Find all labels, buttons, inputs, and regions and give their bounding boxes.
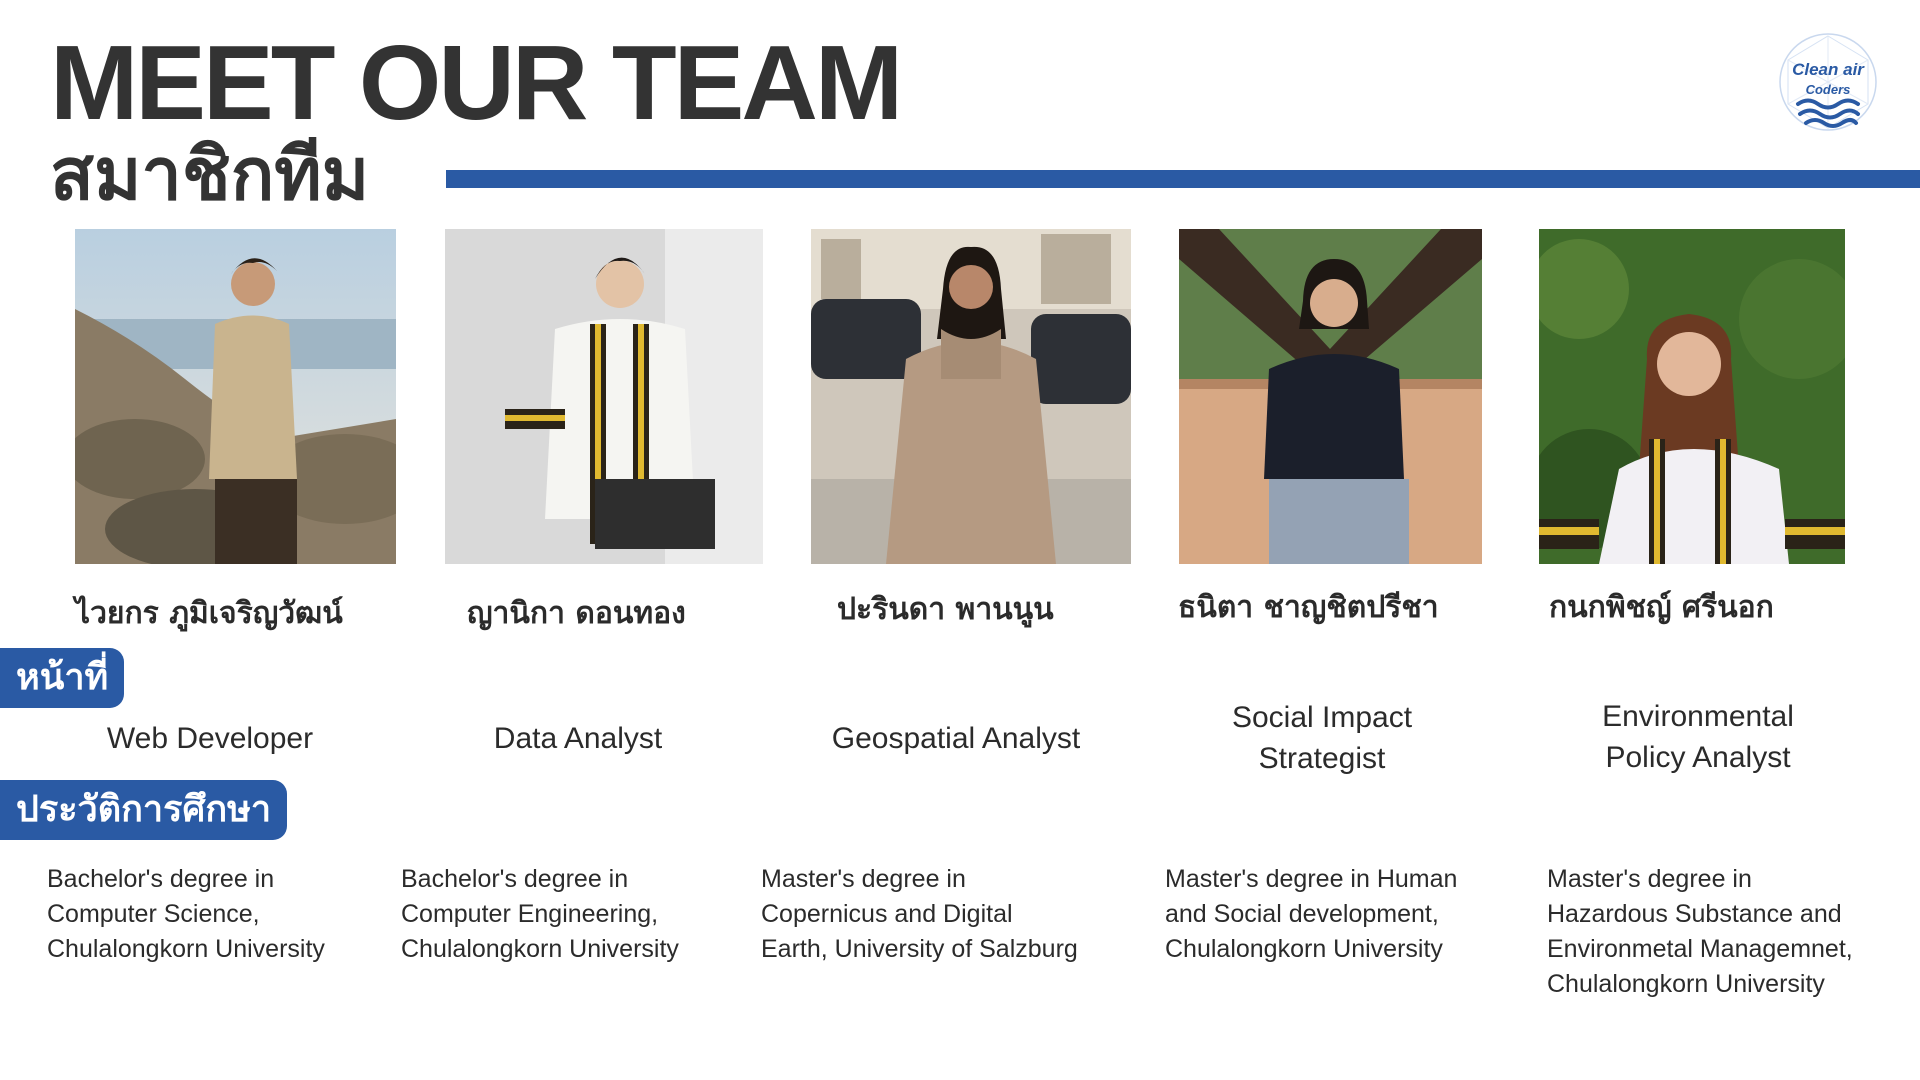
member-photo-1	[75, 229, 396, 564]
member-photo-4	[1179, 229, 1482, 564]
member-name-2: ญานิกา ดอนทอง	[467, 596, 686, 631]
role-line: Policy Analyst	[1605, 741, 1791, 774]
clean-air-coders-logo: Clean air Coders	[1776, 30, 1880, 134]
member-education-3: Master's degree in Copernicus and Digita…	[761, 862, 1078, 967]
role-line: Geospatial Analyst	[831, 722, 1081, 755]
member-role-2: Data Analyst	[428, 718, 728, 759]
education-line: Master's degree in Human	[1165, 865, 1458, 893]
education-line: Master's degree in	[1547, 865, 1752, 893]
education-line: Bachelor's degree in	[401, 865, 629, 893]
page-subtitle-thai: สมาชิกทีม	[50, 132, 370, 216]
education-line: Master's degree in	[761, 865, 966, 893]
education-line: Hazardous Substance and	[1547, 900, 1842, 928]
member-education-5: Master's degree in Hazardous Substance a…	[1547, 862, 1853, 1002]
member-role-4: Social Impact Strategist	[1172, 697, 1472, 779]
member-name-3: ปะรินดา พานนูน	[837, 592, 1054, 627]
member-role-3: Geospatial Analyst	[806, 718, 1106, 759]
education-line: Computer Engineering,	[401, 900, 659, 928]
role-line: Environmental	[1602, 700, 1794, 733]
education-line: Environmetal Managemnet,	[1547, 935, 1853, 963]
education-line: Chulalongkorn University	[1165, 935, 1443, 963]
title-divider	[446, 170, 1920, 188]
member-education-4: Master's degree in Human and Social deve…	[1165, 862, 1457, 967]
education-line: Earth, University of Salzburg	[761, 935, 1078, 963]
member-photo-3	[811, 229, 1131, 564]
member-education-1: Bachelor's degree in Computer Science, C…	[47, 862, 325, 967]
role-section-label: หน้าที่	[0, 648, 125, 708]
education-line: Chulalongkorn University	[47, 935, 325, 963]
member-name-5: กนกพิชญ์ ศรีนอก	[1549, 590, 1774, 625]
education-section-label: ประวัติการศึกษา	[0, 780, 288, 840]
logo-text-line2: Coders	[1805, 82, 1851, 97]
member-name-1: ไวยกร ภูมิเจริญวัฒน์	[75, 596, 343, 631]
member-photo-5	[1539, 229, 1845, 564]
member-name-4: ธนิตา ชาญชิตปรีชา	[1178, 590, 1439, 625]
logo-text-line1: Clean air	[1792, 60, 1864, 79]
education-line: Copernicus and Digital	[761, 900, 1013, 928]
member-photo-2	[445, 229, 763, 564]
role-line: Social Impact	[1231, 701, 1413, 734]
member-education-2: Bachelor's degree in Computer Engineerin…	[401, 862, 679, 967]
role-line: Strategist	[1258, 742, 1386, 775]
education-line: Chulalongkorn University	[1547, 970, 1825, 998]
page-title: MEET OUR TEAM	[50, 24, 903, 142]
member-role-1: Web Developer	[60, 718, 360, 759]
education-line: Computer Science,	[47, 900, 260, 928]
education-line: Chulalongkorn University	[401, 935, 679, 963]
education-line: and Social development,	[1165, 900, 1439, 928]
role-line: Data Analyst	[493, 722, 663, 755]
role-line: Web Developer	[106, 722, 314, 755]
member-role-5: Environmental Policy Analyst	[1548, 696, 1848, 778]
education-line: Bachelor's degree in	[47, 865, 275, 893]
